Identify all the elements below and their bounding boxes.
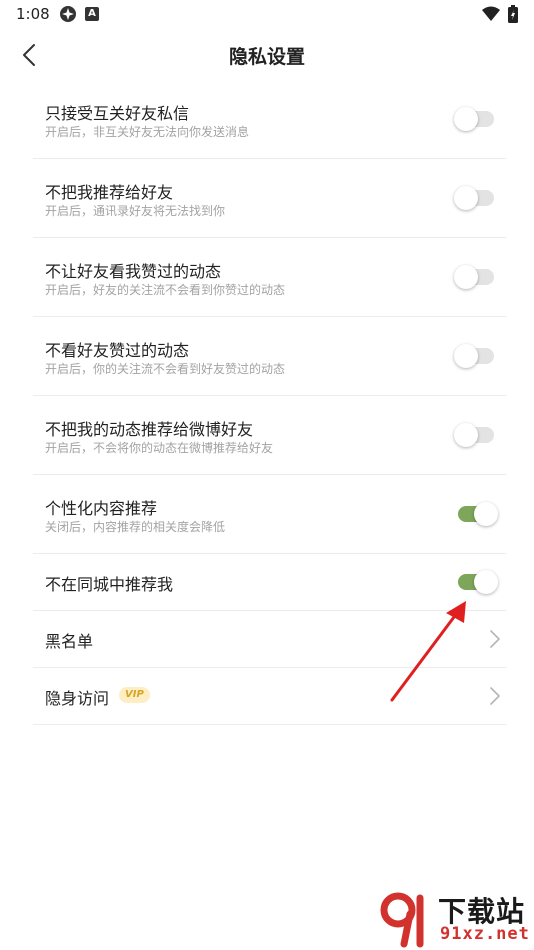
setting-hide-my-likes: 不让好友看我赞过的动态 开启后，好友的关注流不会看到你赞过的动态 bbox=[33, 238, 506, 317]
settings-list: 只接受互关好友私信 开启后，非互关好友无法向你发送消息 不把我推荐给好友 开启后… bbox=[33, 80, 506, 725]
setting-subtitle: 开启后，非互关好友无法向你发送消息 bbox=[45, 125, 250, 139]
setting-title: 不看好友赞过的动态 bbox=[45, 341, 190, 360]
setting-subtitle: 开启后，好友的关注流不会看到你赞过的动态 bbox=[45, 283, 286, 297]
setting-weibo-recommend: 不把我的动态推荐给微博好友 开启后，不会将你的动态在微博推荐给好友 bbox=[33, 396, 506, 475]
toggle-switch[interactable] bbox=[458, 502, 498, 526]
setting-invisible-visit[interactable]: 隐身访问 VIP bbox=[33, 668, 506, 725]
chevron-right-icon bbox=[490, 687, 500, 705]
setting-title: 只接受互关好友私信 bbox=[45, 104, 190, 123]
toggle-switch[interactable] bbox=[454, 265, 494, 289]
toggle-knob bbox=[454, 423, 478, 447]
setting-city-recommend: 不在同城中推荐我 bbox=[33, 554, 506, 611]
setting-title: 不把我的动态推荐给微博好友 bbox=[45, 420, 254, 439]
setting-subtitle: 开启后，不会将你的动态在微博推荐给好友 bbox=[45, 441, 274, 455]
toggle-knob bbox=[454, 186, 478, 210]
setting-subtitle: 关闭后，内容推荐的相关度会降低 bbox=[45, 520, 226, 534]
app-notification-icon bbox=[60, 6, 76, 22]
setting-hide-friends-likes: 不看好友赞过的动态 开启后，你的关注流不会看到好友赞过的动态 bbox=[33, 317, 506, 396]
setting-subtitle: 开启后，通讯录好友将无法找到你 bbox=[45, 204, 226, 218]
watermark-logo-icon bbox=[380, 892, 424, 948]
setting-mutual-friends-dm: 只接受互关好友私信 开启后，非互关好友无法向你发送消息 bbox=[33, 80, 506, 159]
status-time: 1:08 bbox=[16, 5, 50, 23]
toggle-switch[interactable] bbox=[454, 186, 494, 210]
battery-icon bbox=[508, 5, 518, 23]
chevron-right-icon bbox=[490, 630, 500, 648]
setting-blacklist[interactable]: 黑名单 bbox=[33, 611, 506, 668]
toggle-switch[interactable] bbox=[454, 423, 494, 447]
setting-title: 不在同城中推荐我 bbox=[45, 575, 174, 594]
toggle-switch[interactable] bbox=[454, 107, 494, 131]
toggle-knob bbox=[474, 570, 498, 594]
toggle-switch[interactable] bbox=[454, 344, 494, 368]
setting-title: 不让好友看我赞过的动态 bbox=[45, 262, 222, 281]
toggle-knob bbox=[474, 502, 498, 526]
setting-subtitle: 开启后，你的关注流不会看到好友赞过的动态 bbox=[45, 362, 286, 376]
status-bar: 1:08 A bbox=[0, 0, 534, 30]
watermark-url: 91xz.net bbox=[440, 924, 530, 944]
toggle-switch[interactable] bbox=[458, 570, 498, 594]
wifi-icon bbox=[482, 6, 500, 21]
setting-title: 不把我推荐给好友 bbox=[45, 183, 174, 202]
vip-badge: VIP bbox=[119, 687, 150, 703]
setting-title: 个性化内容推荐 bbox=[45, 499, 158, 518]
setting-hide-from-friends: 不把我推荐给好友 开启后，通讯录好友将无法找到你 bbox=[33, 159, 506, 238]
setting-personalized-content: 个性化内容推荐 关闭后，内容推荐的相关度会降低 bbox=[33, 475, 506, 554]
toggle-knob bbox=[454, 344, 478, 368]
toggle-knob bbox=[454, 107, 478, 131]
watermark: 下载站 91xz.net bbox=[376, 886, 534, 950]
toggle-knob bbox=[454, 265, 478, 289]
setting-title: 黑名单 bbox=[45, 632, 94, 651]
page-title: 隐私设置 bbox=[228, 46, 305, 68]
header: 隐私设置 bbox=[0, 30, 534, 78]
setting-title: 隐身访问 bbox=[45, 689, 110, 708]
notification-badge-icon: A bbox=[85, 7, 99, 21]
